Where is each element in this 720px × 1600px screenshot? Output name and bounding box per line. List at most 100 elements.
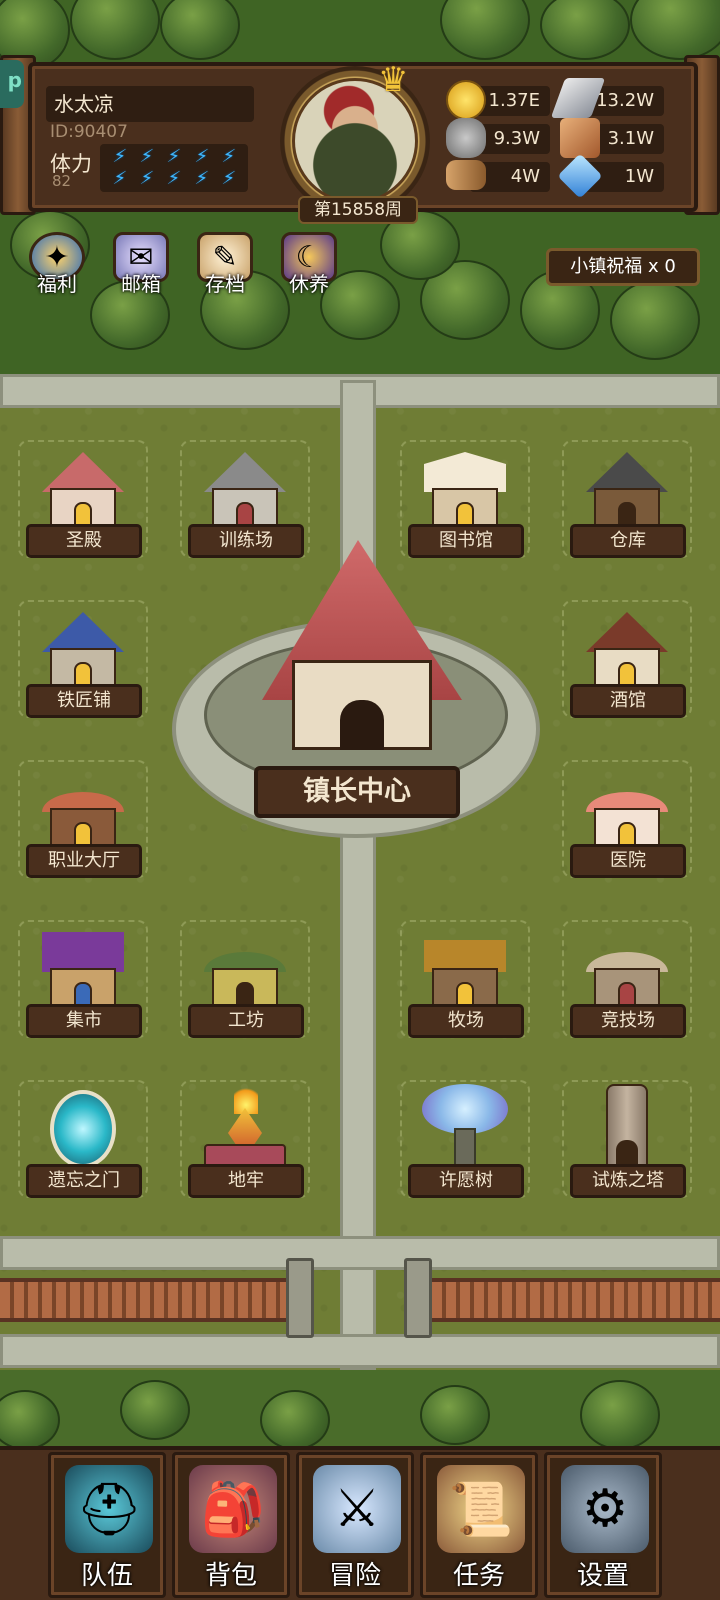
forgotten-gate-label: 遗忘之门 [26,1164,142,1198]
backpack-icon: 🎒 [189,1465,277,1553]
dungeon-label: 地牢 [188,1164,304,1198]
market-art [36,924,130,1014]
training-art [198,444,292,534]
building-ranch[interactable]: 牧场 [400,920,530,1050]
building-hospital[interactable]: 医院 [562,760,692,890]
nav-bag-label: 背包 [204,1561,257,1591]
tavern-art [580,604,674,694]
tree [0,1390,60,1450]
nav-adventure-button[interactable]: ⚔ 冒险 [296,1452,414,1598]
quick-save[interactable]: ✎ 存档 [190,232,260,302]
stamina-bolt-icon: ⚡ [111,146,128,167]
leather-icon [560,118,600,158]
tree-canopy [422,1084,508,1134]
wish-tree-label: 许愿树 [408,1164,524,1198]
nav-settings-button[interactable]: ⚙ 设置 [544,1452,662,1598]
market-label: 集市 [26,1004,142,1038]
nav-quest-button[interactable]: 📜 任务 [420,1452,538,1598]
player-id: ID:90407 [50,122,128,142]
building-workshop[interactable]: 工坊 [180,920,310,1050]
sanctum-label: 圣殿 [26,524,142,558]
building-smithy[interactable]: 铁匠铺 [18,600,148,730]
crown-icon: ♛ [378,60,409,100]
building-training[interactable]: 训练场 [180,440,310,570]
building-market[interactable]: 集市 [18,920,148,1050]
building-job-hall[interactable]: 职业大厅 [18,760,148,890]
ranch-label: 牧场 [408,1004,524,1038]
nav-team-button[interactable]: ⛑ 队伍 [48,1452,166,1598]
arena-art [580,924,674,1014]
town-hall-label[interactable]: 镇长中心 [254,766,460,818]
ranch-art [418,924,512,1014]
hospital-art [580,764,674,854]
stamina-value: 82 [52,172,72,190]
book-roof [424,452,506,492]
arena-label: 竞技场 [570,1004,686,1038]
week-counter: 第15858周 [298,196,418,224]
stone-icon [446,118,486,158]
road-outer [0,1334,720,1368]
building-dungeon[interactable]: 地牢 [180,1080,310,1210]
gate-post-right [404,1258,432,1338]
workshop-label: 工坊 [188,1004,304,1038]
nav-settings-label: 设置 [576,1561,629,1591]
building-sanctum[interactable]: 圣殿 [18,440,148,570]
stamina-bolt-icon: ⚡ [165,168,183,189]
stamina-bolt-icon: ⚡ [220,168,237,189]
quick-benefits-label: 福利 [37,272,77,296]
tree [70,0,160,60]
quick-benefits[interactable]: ✦ 福利 [22,232,92,302]
stamina-bolt-icon: ⚡ [193,168,210,189]
gate-post-left [286,1258,314,1338]
player-avatar-frame[interactable]: ♛ [280,60,430,216]
quick-rest-label: 休养 [289,272,329,296]
fence-left [0,1278,290,1322]
tree [160,0,240,60]
portal-swirl-icon [50,1090,116,1168]
road-bottom [0,1236,720,1270]
tree [120,1380,190,1440]
building-tavern[interactable]: 酒馆 [562,600,692,730]
sanctum-art [36,444,130,534]
warehouse-label: 仓库 [570,524,686,558]
hospital-label: 医院 [570,844,686,878]
tavern-label: 酒馆 [570,684,686,718]
job-hall-art [36,764,130,854]
building-forgotten-gate[interactable]: 遗忘之门 [18,1080,148,1210]
tree [610,280,700,360]
stamina-bolt-icon: ⚡ [193,146,210,167]
stamina-bolt-icon: ⚡ [220,146,237,167]
quick-mailbox-label: 邮箱 [121,272,161,296]
tree-trunk [454,1128,476,1168]
tree [630,0,720,60]
portal-art [36,1084,130,1174]
nav-bag-button[interactable]: 🎒 背包 [172,1452,290,1598]
roof [204,452,286,492]
crossed-swords-icon: ⚔ [313,1465,401,1553]
gear-icon: ⚙ [561,1465,649,1553]
fence-right [418,1278,720,1322]
app-side-tab[interactable]: p [0,60,24,108]
town-blessing-badge[interactable]: 小镇祝福 x 0 [546,248,700,286]
stamina-bar: ⚡ ⚡ ⚡ ⚡ ⚡ ⚡ ⚡ ⚡ ⚡ ⚡ [100,144,248,192]
workshop-art [198,924,292,1014]
warehouse-art [580,444,674,534]
quick-rest[interactable]: ☾ 休养 [274,232,344,302]
smithy-art [36,604,130,694]
roof [586,952,668,972]
trial-tower-label: 试炼之塔 [570,1164,686,1198]
town-hall-door [340,700,384,750]
trial-tower-art [580,1084,674,1174]
building-warehouse[interactable]: 仓库 [562,440,692,570]
tree [440,0,530,60]
tent [42,932,124,972]
building-trial-tower[interactable]: 试炼之塔 [562,1080,692,1210]
building-library[interactable]: 图书馆 [400,440,530,570]
roof [586,612,668,652]
job-hall-label: 职业大厅 [26,844,142,878]
training-label: 训练场 [188,524,304,558]
building-arena[interactable]: 竞技场 [562,920,692,1050]
quick-mailbox[interactable]: ✉ 邮箱 [106,232,176,302]
building-wish-tree[interactable]: 许愿树 [400,1080,530,1210]
roof [204,952,286,972]
